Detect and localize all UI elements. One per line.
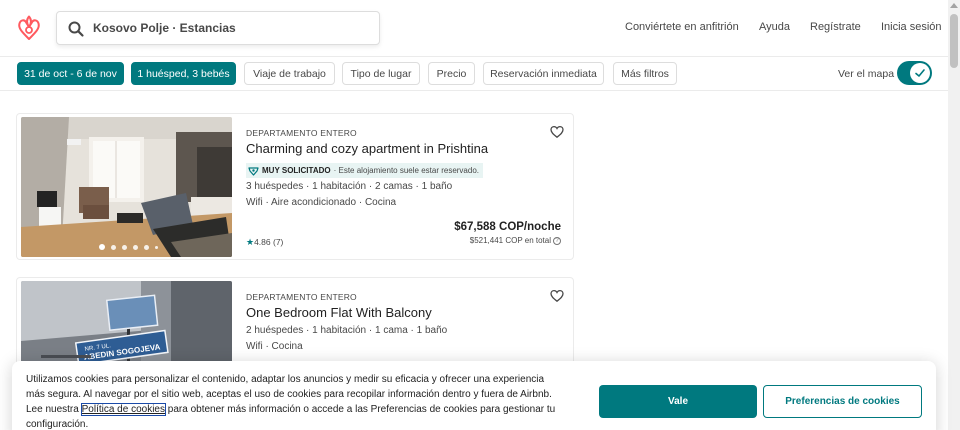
- filter-price-button[interactable]: Precio: [428, 62, 475, 85]
- header: Kosovo Polje · Estancias Conviértete en …: [0, 0, 948, 57]
- rating-count: (7): [273, 237, 284, 247]
- map-toggle[interactable]: [897, 61, 932, 85]
- carousel-dot[interactable]: [99, 244, 105, 250]
- filter-instant-book-button[interactable]: Reservación inmediata: [483, 62, 604, 85]
- photo-carousel-dots[interactable]: [99, 244, 158, 250]
- star-icon: ★: [246, 237, 255, 247]
- carousel-dot[interactable]: [155, 245, 158, 249]
- scroll-up-arrow-icon[interactable]: [950, 3, 958, 8]
- info-icon[interactable]: ?: [553, 236, 561, 245]
- cookie-preferences-button[interactable]: Preferencias de cookies: [763, 385, 922, 418]
- listing-title[interactable]: One Bedroom Flat With Balcony: [246, 305, 432, 320]
- search-input[interactable]: Kosovo Polje · Estancias: [93, 21, 236, 35]
- listing-details: 2 huéspedes · 1 habitación · 1 cama · 1 …: [246, 325, 448, 336]
- badge-description: · Este alojamiento suele estar reservado…: [333, 166, 479, 175]
- nav-help[interactable]: Ayuda: [759, 21, 790, 33]
- carousel-dot[interactable]: [122, 244, 127, 250]
- listing-total-text: $521,441 COP en total: [469, 236, 551, 245]
- filter-dates-button[interactable]: 31 de oct - 6 de nov: [17, 62, 124, 85]
- nav-signup[interactable]: Regístrate: [810, 21, 861, 33]
- accept-cookies-button[interactable]: Vale: [599, 385, 757, 418]
- listing-total: $521,441 COP en total ?: [470, 236, 561, 245]
- carousel-dot[interactable]: [133, 244, 138, 250]
- listing-type: DEPARTAMENTO ENTERO: [246, 128, 357, 138]
- badge-label: MUY SOLICITADO: [262, 166, 331, 175]
- listing-amenities: Wifi · Aire acondicionado · Cocina: [246, 197, 397, 208]
- nav-become-host[interactable]: Conviértete en anfitrión: [625, 21, 739, 33]
- listing-title[interactable]: Charming and cozy apartment in Prishtina: [246, 141, 488, 156]
- filter-bar: 31 de oct - 6 de nov 1 huésped, 3 bebés …: [0, 57, 948, 91]
- badge-popular: MUY SOLICITADO · Este alojamiento suele …: [246, 163, 483, 178]
- listing-amenities: Wifi · Cocina: [246, 341, 303, 352]
- search-box[interactable]: Kosovo Polje · Estancias: [56, 11, 380, 45]
- map-toggle-label: Ver el mapa: [838, 68, 895, 80]
- checkmark-icon: [915, 69, 925, 77]
- listing-photo[interactable]: [21, 117, 232, 257]
- rating-value: 4.86: [254, 237, 271, 247]
- carousel-dot[interactable]: [144, 244, 149, 250]
- page-scrollbar[interactable]: [948, 0, 960, 430]
- heart-icon[interactable]: [550, 125, 564, 139]
- cookie-policy-link[interactable]: Política de cookies: [80, 403, 167, 416]
- scrollbar-thumb[interactable]: [950, 14, 958, 68]
- airbnb-logo-icon[interactable]: [16, 14, 42, 42]
- listing-details: 3 huéspedes · 1 habitación · 2 camas · 1…: [246, 181, 453, 192]
- filter-work-trip-button[interactable]: Viaje de trabajo: [244, 62, 335, 85]
- listing-price: $67,588 COP/noche: [454, 221, 561, 233]
- listing-type: DEPARTAMENTO ENTERO: [246, 292, 357, 302]
- filter-place-type-button[interactable]: Tipo de lugar: [342, 62, 420, 85]
- trophy-icon: [248, 166, 259, 176]
- listing-rating: ★4.86 (7): [246, 237, 283, 248]
- search-icon: [67, 20, 85, 38]
- filter-more-button[interactable]: Más filtros: [613, 62, 677, 85]
- heart-icon[interactable]: [550, 289, 564, 303]
- map-toggle-knob: [910, 63, 930, 83]
- listing-card[interactable]: DEPARTAMENTO ENTERO Charming and cozy ap…: [16, 113, 574, 260]
- carousel-dot[interactable]: [111, 244, 116, 250]
- cookie-text: Utilizamos cookies para personalizar el …: [26, 372, 556, 430]
- filter-guests-button[interactable]: 1 huésped, 3 bebés: [131, 62, 236, 85]
- cookie-banner: Utilizamos cookies para personalizar el …: [12, 361, 936, 430]
- nav-login[interactable]: Inicia sesión: [881, 21, 942, 33]
